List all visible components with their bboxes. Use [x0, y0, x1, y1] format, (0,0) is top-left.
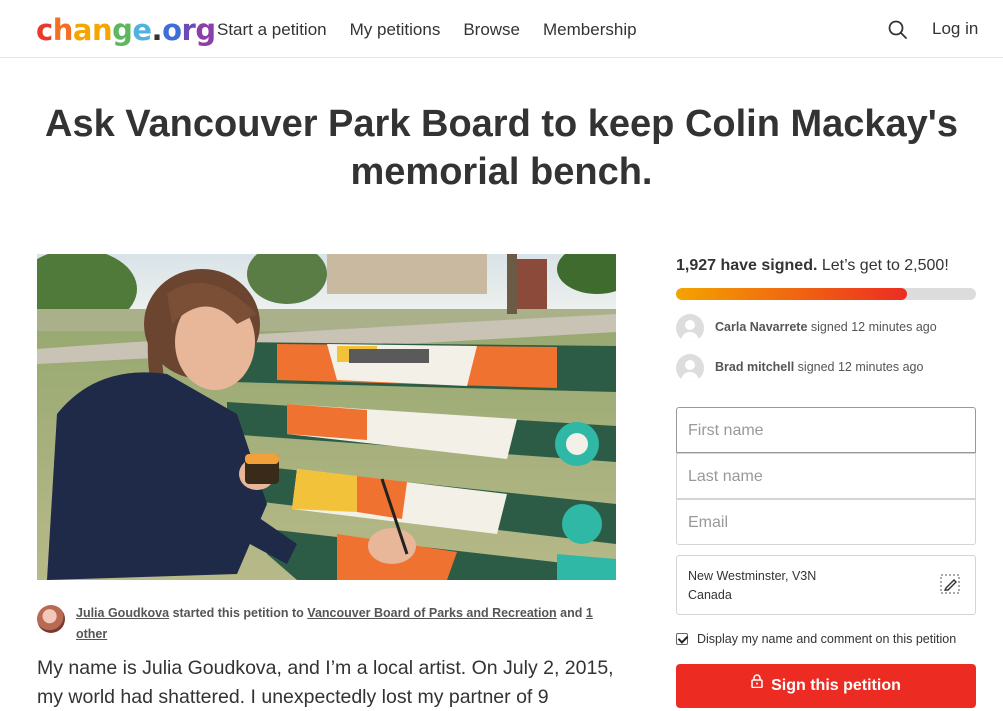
- progress-bar-fill: [676, 288, 908, 300]
- signature-count: 1,927 have signed. Let’s get to 2,500!: [676, 257, 949, 275]
- recent-signer: Carla Navarrete signed 12 minutes ago: [676, 314, 976, 342]
- location-text: New Westminster, V3N Canada: [688, 567, 816, 605]
- site-header: change.org Start a petition My petitions…: [0, 0, 1003, 58]
- logo-letter: o: [162, 13, 182, 47]
- nav-membership[interactable]: Membership: [543, 20, 637, 40]
- petition-starter: Julia Goudkova started this petition to …: [37, 603, 616, 643]
- location-city: New Westminster, V3N: [688, 569, 817, 583]
- progress-bar: [676, 288, 976, 300]
- logo-letter: c: [36, 13, 53, 47]
- display-name-checkbox[interactable]: [676, 633, 688, 645]
- goal-text: Let’s get to 2,500!: [817, 257, 949, 274]
- logo-letter: a: [72, 13, 93, 47]
- starter-mid-text: started this petition to: [169, 606, 308, 620]
- display-name-option: Display my name and comment on this peti…: [676, 631, 986, 649]
- location-country: Canada: [688, 588, 732, 602]
- signer-name: Brad mitchell: [715, 360, 795, 374]
- target-org-link[interactable]: Vancouver Board of Parks and Recreation: [307, 606, 556, 620]
- change-org-logo[interactable]: change.org: [36, 12, 216, 48]
- logo-letter: g: [112, 13, 133, 47]
- display-name-label: Display my name and comment on this peti…: [697, 632, 957, 646]
- logo-letter: r: [181, 13, 196, 47]
- nav-start-petition[interactable]: Start a petition: [217, 20, 327, 40]
- login-link[interactable]: Log in: [932, 19, 978, 39]
- starter-text: Julia Goudkova started this petition to …: [76, 603, 616, 645]
- starter-avatar[interactable]: [37, 605, 65, 633]
- logo-letter: g: [195, 13, 216, 47]
- signer-action: signed 12 minutes ago: [807, 320, 937, 334]
- petition-story: My name is Julia Goudkova, and I’m a loc…: [37, 657, 614, 708]
- location-field[interactable]: New Westminster, V3N Canada: [676, 555, 976, 615]
- sign-petition-label: Sign this petition: [771, 677, 901, 694]
- signer-name: Carla Navarrete: [715, 320, 808, 334]
- email-field[interactable]: Email: [676, 499, 976, 545]
- search-icon[interactable]: [886, 18, 910, 42]
- user-avatar-icon: [676, 314, 704, 342]
- petition-photo: [37, 254, 616, 580]
- lock-icon: [751, 662, 763, 706]
- first-name-field[interactable]: First name: [676, 407, 976, 453]
- logo-letter: h: [52, 13, 74, 47]
- sign-petition-button[interactable]: Sign this petition: [676, 664, 976, 708]
- pencil-edit-icon[interactable]: [940, 574, 960, 594]
- recent-signer: Brad mitchell signed 12 minutes ago: [676, 354, 976, 382]
- starter-name-link[interactable]: Julia Goudkova: [76, 606, 169, 620]
- target-and-text: and: [556, 606, 586, 620]
- petition-title: Ask Vancouver Park Board to keep Colin M…: [45, 103, 958, 193]
- user-avatar-icon: [676, 354, 704, 382]
- logo-letter: n: [91, 13, 113, 47]
- logo-letter: .: [151, 13, 163, 47]
- nav-my-petitions[interactable]: My petitions: [350, 20, 441, 40]
- logo-letter: e: [132, 13, 152, 47]
- signer-action: signed 12 minutes ago: [794, 360, 924, 374]
- signed-count-text: 1,927 have signed.: [676, 257, 818, 274]
- nav-browse[interactable]: Browse: [463, 20, 520, 40]
- last-name-field[interactable]: Last name: [676, 453, 976, 499]
- main-nav: Start a petition My petitions Browse Mem…: [217, 20, 660, 40]
